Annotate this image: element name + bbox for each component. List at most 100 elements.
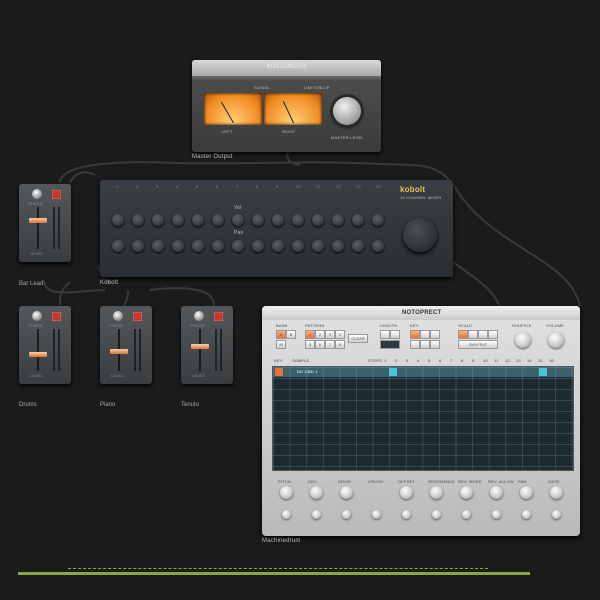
- channel-2-vol-knob[interactable]: [132, 214, 144, 226]
- mod-knob-7[interactable]: [462, 510, 471, 519]
- channel-10-pan-knob[interactable]: [292, 240, 304, 252]
- param-knob-5[interactable]: [400, 486, 413, 499]
- timeline-track[interactable]: [18, 572, 530, 575]
- channel-4-vol-knob[interactable]: [172, 214, 184, 226]
- key-button-6[interactable]: [430, 340, 440, 349]
- fader-track: [37, 207, 39, 249]
- mod-knob-8[interactable]: [492, 510, 501, 519]
- pattern-4-button[interactable]: 4: [335, 330, 345, 339]
- pattern-2-button[interactable]: 2: [315, 330, 325, 339]
- mod-knob-5[interactable]: [402, 510, 411, 519]
- param-knob-2[interactable]: [310, 486, 323, 499]
- mod-knob-4[interactable]: [372, 510, 381, 519]
- phase-knob[interactable]: [113, 311, 123, 321]
- channel-8-vol-knob[interactable]: [252, 214, 264, 226]
- param-knob-6[interactable]: [430, 486, 443, 499]
- length-minus-button[interactable]: [380, 330, 390, 339]
- level-fader[interactable]: [110, 349, 128, 354]
- step-active[interactable]: [389, 368, 397, 376]
- master-output-name: Master Output: [192, 154, 233, 160]
- volume-knob[interactable]: [548, 332, 564, 348]
- bank-m-button[interactable]: M: [276, 340, 286, 349]
- step-sequencer-grid[interactable]: BD 1/BD 1: [272, 366, 574, 471]
- step-active[interactable]: [275, 368, 283, 376]
- key-button-5[interactable]: [420, 340, 430, 349]
- channel-number: 2: [136, 184, 139, 189]
- length-plus-button[interactable]: [390, 330, 400, 339]
- channel-4-pan-knob[interactable]: [172, 240, 184, 252]
- level-fader[interactable]: [191, 344, 209, 349]
- channel-14-pan-knob[interactable]: [372, 240, 384, 252]
- channel-11-pan-knob[interactable]: [312, 240, 324, 252]
- channel-7-pan-knob[interactable]: [232, 240, 244, 252]
- channel-13-pan-knob[interactable]: [352, 240, 364, 252]
- scale-button-4[interactable]: [488, 330, 498, 339]
- meter-right: [58, 207, 60, 249]
- pattern-6-button[interactable]: 6: [315, 340, 325, 349]
- channel-5-pan-knob[interactable]: [192, 240, 204, 252]
- master-level-label: MASTER LEVEL: [331, 135, 364, 140]
- param-knob-3[interactable]: [340, 486, 353, 499]
- phase-knob[interactable]: [32, 311, 42, 321]
- mod-knob-3[interactable]: [342, 510, 351, 519]
- level-fader[interactable]: [29, 352, 47, 357]
- scale-button-1[interactable]: [458, 330, 468, 339]
- mute-button[interactable]: [214, 312, 223, 321]
- key-button-4[interactable]: [410, 340, 420, 349]
- mod-knob-1[interactable]: [282, 510, 291, 519]
- param-knob-8[interactable]: [490, 486, 503, 499]
- channel-9-pan-knob[interactable]: [272, 240, 284, 252]
- pattern-3-button[interactable]: 3: [325, 330, 335, 339]
- param-knob-10[interactable]: [550, 486, 563, 499]
- channel-3-pan-knob[interactable]: [152, 240, 164, 252]
- channel-6-vol-knob[interactable]: [212, 214, 224, 226]
- channel-2-pan-knob[interactable]: [132, 240, 144, 252]
- scale-button-2[interactable]: [468, 330, 478, 339]
- clear-button[interactable]: CLEAR: [348, 334, 368, 343]
- param-knob-9[interactable]: [520, 486, 533, 499]
- master-level-knob[interactable]: [333, 97, 361, 125]
- mod-knob-6[interactable]: [432, 510, 441, 519]
- channel-1-vol-knob[interactable]: [112, 214, 124, 226]
- pattern-8-button[interactable]: 8: [335, 340, 345, 349]
- mute-button[interactable]: [133, 312, 142, 321]
- channel-7-vol-knob[interactable]: [232, 214, 244, 226]
- knob-label: GATE: [548, 479, 560, 484]
- bank-a-button[interactable]: A: [276, 330, 286, 339]
- channel-12-vol-knob[interactable]: [332, 214, 344, 226]
- mod-knob-9[interactable]: [522, 510, 531, 519]
- step-active[interactable]: [539, 368, 547, 376]
- pan-row-label: Pan: [234, 230, 244, 236]
- channel-14-vol-knob[interactable]: [372, 214, 384, 226]
- phase-knob[interactable]: [32, 189, 42, 199]
- channel-11-vol-knob[interactable]: [312, 214, 324, 226]
- channel-6-pan-knob[interactable]: [212, 240, 224, 252]
- pattern-7-button[interactable]: 7: [325, 340, 335, 349]
- param-knob-1[interactable]: [280, 486, 293, 499]
- shuffle-knob[interactable]: [515, 332, 531, 348]
- channel-8-pan-knob[interactable]: [252, 240, 264, 252]
- key-button-2[interactable]: [420, 330, 430, 339]
- channel-10-vol-knob[interactable]: [292, 214, 304, 226]
- kobolt-master-knob[interactable]: [403, 218, 437, 252]
- key-button-1[interactable]: [410, 330, 420, 339]
- channel-12-pan-knob[interactable]: [332, 240, 344, 252]
- key-button-3[interactable]: [430, 330, 440, 339]
- mod-knob-10[interactable]: [552, 510, 561, 519]
- mod-knob-2[interactable]: [312, 510, 321, 519]
- channel-3-vol-knob[interactable]: [152, 214, 164, 226]
- shuffle-button[interactable]: SHUFFLE: [458, 340, 498, 349]
- mute-button[interactable]: [52, 190, 61, 199]
- scale-button-3[interactable]: [478, 330, 488, 339]
- channel-5-vol-knob[interactable]: [192, 214, 204, 226]
- bank-b-button[interactable]: B: [286, 330, 296, 339]
- pattern-1-button[interactable]: 1: [305, 330, 315, 339]
- pattern-5-button[interactable]: 5: [305, 340, 315, 349]
- level-fader[interactable]: [29, 218, 47, 223]
- param-knob-7[interactable]: [460, 486, 473, 499]
- mute-button[interactable]: [52, 312, 61, 321]
- channel-9-vol-knob[interactable]: [272, 214, 284, 226]
- phase-knob[interactable]: [194, 311, 204, 321]
- channel-13-vol-knob[interactable]: [352, 214, 364, 226]
- channel-1-pan-knob[interactable]: [112, 240, 124, 252]
